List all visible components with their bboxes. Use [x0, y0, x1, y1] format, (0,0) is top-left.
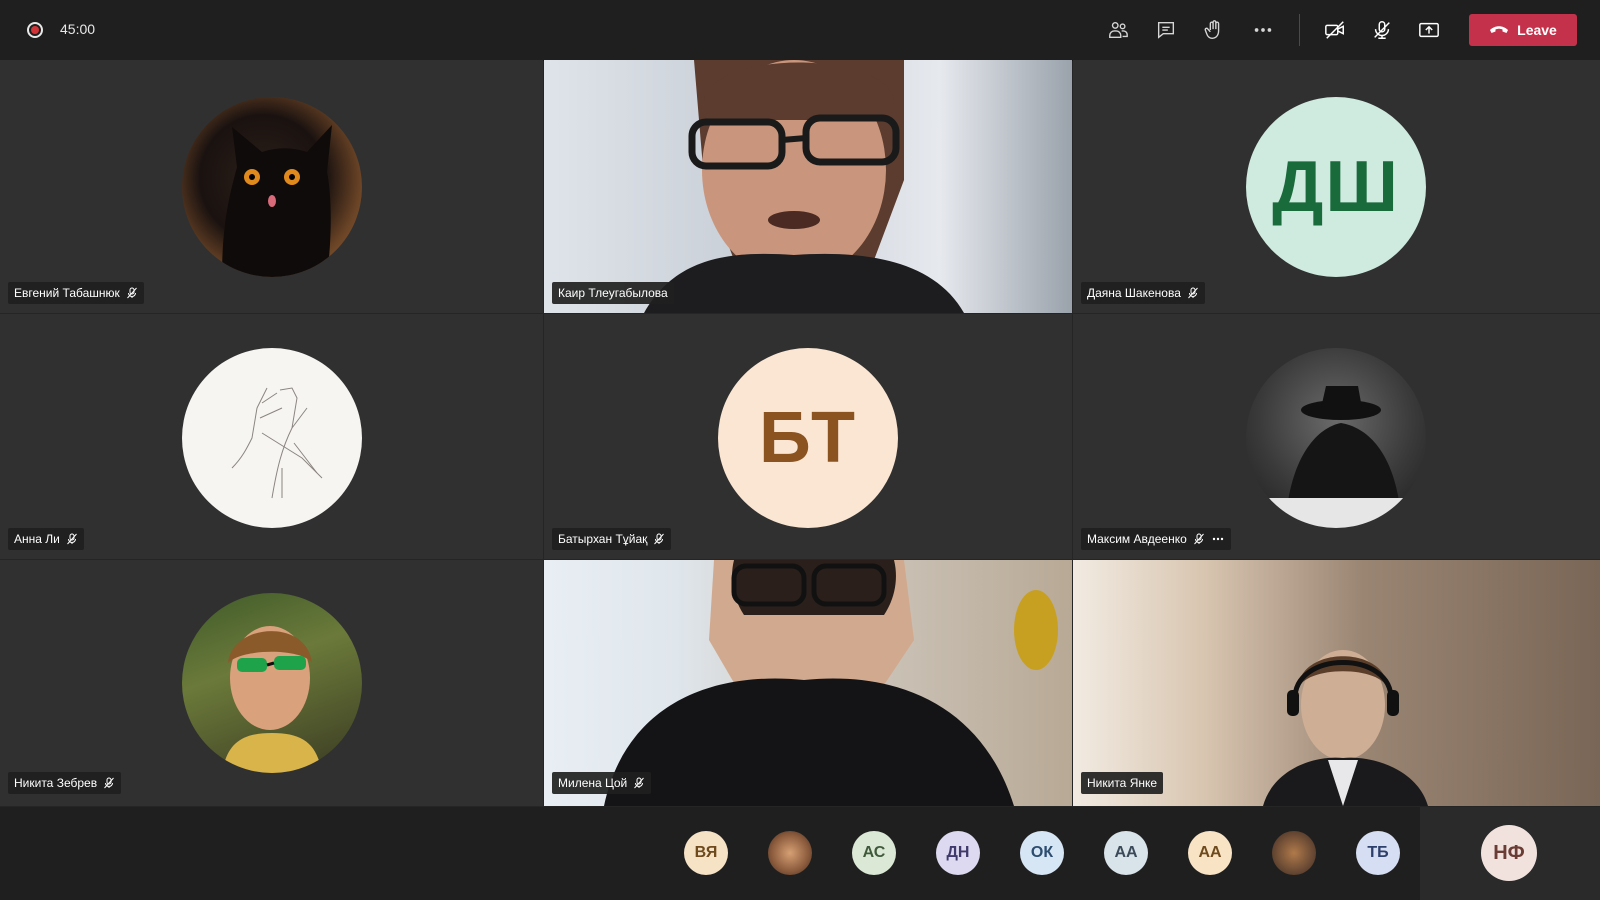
mic-muted-icon [1193, 533, 1204, 545]
mic-muted-icon [634, 777, 645, 789]
participant-photo-avatar-small[interactable] [1272, 831, 1316, 875]
video-feed [1263, 650, 1428, 806]
chat-icon [1157, 21, 1175, 39]
mic-muted-icon [104, 777, 114, 789]
camera-off-icon [1325, 21, 1344, 39]
more-options-icon[interactable] [1211, 533, 1225, 545]
participant-avatar-small[interactable]: ТБ [1356, 831, 1400, 875]
participant-video-tile[interactable]: Милена Цой [544, 560, 1072, 806]
participant-avatar-small[interactable]: АА [1104, 831, 1148, 875]
participant-name: Никита Зебрев [14, 776, 98, 790]
participant-nametag: Батырхан Тұйақ [552, 528, 672, 550]
more-actions-button[interactable] [1247, 14, 1279, 46]
participant-nametag: Никита Янке [1081, 772, 1164, 794]
participant-tile[interactable]: Максим Авдеенко [1073, 314, 1600, 559]
participant-avatar-small[interactable]: ОК [1020, 831, 1064, 875]
participant-avatar: БТ [718, 348, 898, 528]
participant-avatar [1246, 348, 1426, 528]
mic-muted-icon [126, 287, 137, 299]
boy-photo-icon [222, 626, 322, 773]
self-preview-tile[interactable]: НФ [1420, 807, 1600, 900]
participant-photo-avatar-small[interactable] [768, 831, 812, 875]
participant-video-tile[interactable]: Каир Тлеугабылова [544, 60, 1072, 313]
participants-button[interactable] [1102, 14, 1134, 46]
mic-off-icon [1374, 21, 1390, 39]
self-avatar: НФ [1481, 825, 1537, 881]
participant-tile[interactable]: Никита Зебрев [0, 560, 543, 806]
participant-avatar [182, 593, 362, 773]
meeting-timer: 45:00 [60, 21, 96, 37]
participant-nametag: Никита Зебрев [8, 772, 122, 794]
mic-muted-icon [1188, 287, 1198, 299]
participant-avatar-small[interactable]: АА [1188, 831, 1232, 875]
participant-nametag: Евгений Табашнюк [8, 282, 144, 304]
toolbar-divider [1299, 14, 1300, 46]
participant-name: Анна Ли [14, 532, 60, 546]
participant-nametag: Милена Цой [552, 772, 652, 794]
hands-drawing-icon [231, 387, 323, 499]
more-icon [1254, 28, 1272, 32]
participant-avatar-small[interactable]: ДН [936, 831, 980, 875]
participant-nametag: Каир Тлеугабылова [552, 282, 674, 304]
participant-avatar-small[interactable]: АС [852, 831, 896, 875]
participant-tile[interactable]: БТ Батырхан Тұйақ [544, 314, 1072, 559]
participant-tile[interactable]: Анна Ли [0, 314, 543, 559]
video-feed [644, 60, 964, 313]
participant-nametag: Анна Ли [8, 528, 84, 550]
participant-tile[interactable]: ДШ Даяна Шакенова [1073, 60, 1600, 313]
hang-up-icon [1490, 26, 1509, 33]
participant-initials: БТ [759, 398, 857, 478]
participant-nametag: Даяна Шакенова [1081, 282, 1205, 304]
raise-hand-icon [1204, 20, 1220, 39]
participant-initials: ДШ [1272, 147, 1400, 227]
participant-name: Батырхан Тұйақ [558, 532, 648, 546]
participant-name: Никита Янке [1087, 776, 1158, 790]
camera-toggle-button[interactable] [1319, 14, 1351, 46]
mic-toggle-button[interactable] [1366, 14, 1398, 46]
chat-button[interactable] [1150, 14, 1182, 46]
mic-muted-icon [654, 533, 665, 545]
participant-avatar-small[interactable]: ВЯ [684, 831, 728, 875]
participant-avatar [182, 348, 362, 528]
raise-hand-button[interactable] [1198, 14, 1230, 46]
detective-photo-icon [1246, 386, 1426, 528]
participant-overflow-bar: ВЯ АС ДН ОК АА АА ТБ НФ [0, 807, 1600, 900]
participant-video-tile[interactable]: Никита Янке [1073, 560, 1600, 806]
participant-name: Евгений Табашнюк [14, 286, 120, 300]
recording-icon [27, 22, 43, 38]
participant-name: Максим Авдеенко [1087, 532, 1187, 546]
participant-nametag: Максим Авдеенко [1081, 528, 1231, 550]
participant-name: Милена Цой [558, 776, 628, 790]
participant-name: Даяна Шакенова [1087, 286, 1181, 300]
share-icon [1419, 22, 1439, 38]
cat-photo-icon [222, 125, 332, 277]
meeting-toolbar: 45:00 Leave [0, 0, 1600, 61]
share-screen-button[interactable] [1413, 14, 1445, 46]
video-feed [604, 560, 1058, 806]
participants-icon [1109, 21, 1128, 39]
leave-label: Leave [1517, 22, 1557, 38]
leave-button[interactable]: Leave [1469, 14, 1577, 46]
participant-tile[interactable]: Евгений Табашнюк [0, 60, 543, 313]
participant-avatar: ДШ [1246, 97, 1426, 277]
mic-muted-icon [66, 533, 77, 545]
participant-avatar [182, 97, 362, 277]
participant-name: Каир Тлеугабылова [558, 286, 668, 300]
